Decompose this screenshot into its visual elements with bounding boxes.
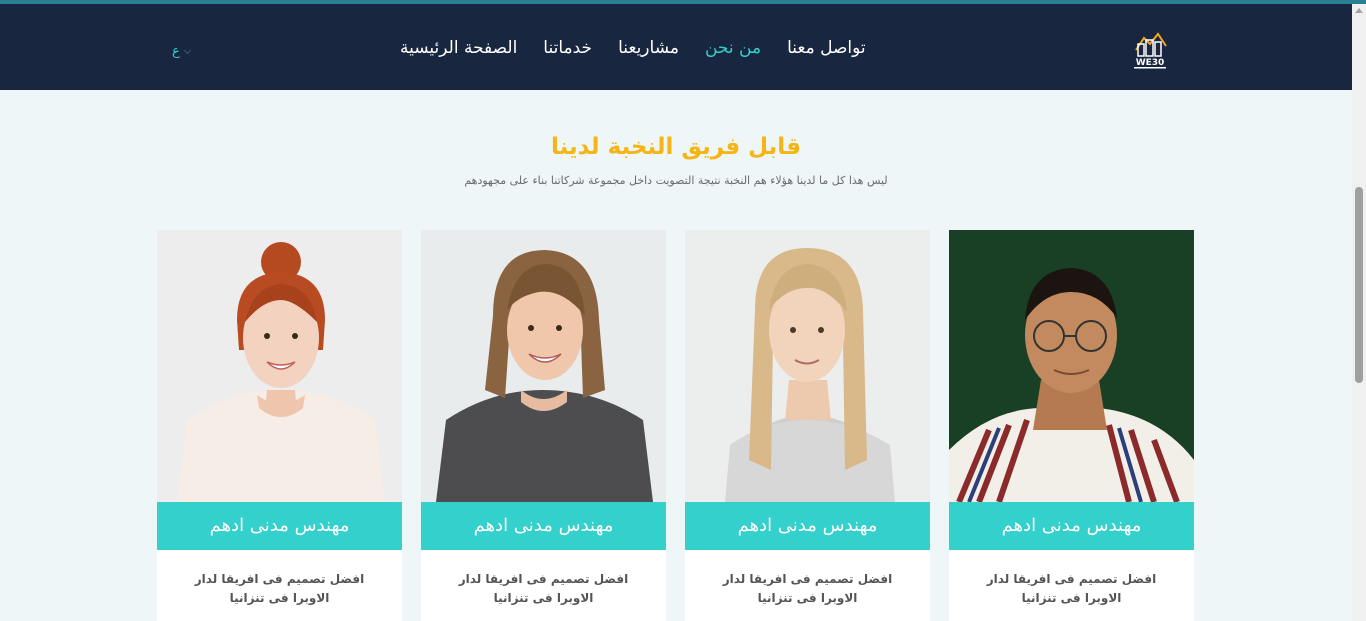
nav-link-contact[interactable]: تواصل معنا <box>787 34 866 64</box>
team-card: مهندس مدنى ادهم افضل تصميم فى افريقا لدا… <box>157 230 402 621</box>
scroll-up-arrow-icon[interactable] <box>1355 8 1363 13</box>
brunette-woman-photo <box>421 230 666 502</box>
team-card: مهندس مدنى ادهم افضل تصميم فى افريقا لدا… <box>685 230 930 621</box>
team-card: مهندس مدنى ادهم افضل تصميم فى افريقا لدا… <box>421 230 666 621</box>
section-title: قابل فريق النخبة لدينا <box>550 134 802 160</box>
member-description: افضل تصميم فى افريقا لدار الاوبرا فى تنز… <box>722 572 893 605</box>
svg-text:WE30: WE30 <box>1136 58 1165 68</box>
team-card: مهندس مدنى ادهم افضل تصميم فى افريقا لدا… <box>949 230 1194 621</box>
nav-link-services[interactable]: خدماتنا <box>543 34 592 64</box>
member-name: مهندس مدنى ادهم <box>421 502 666 550</box>
nav-link-home[interactable]: الصفحة الرئيسية <box>400 34 517 64</box>
member-name: مهندس مدنى ادهم <box>157 502 402 550</box>
member-description: افضل تصميم فى افريقا لدار الاوبرا فى تنز… <box>986 572 1157 605</box>
language-label: ع <box>172 44 180 59</box>
navbar: WE30 الصفحة الرئيسية خدماتنا مشاريعنا من… <box>0 4 1352 90</box>
nav-link-about[interactable]: من نحن <box>705 34 761 64</box>
scrollbar[interactable] <box>1352 4 1366 621</box>
member-description: افضل تصميم فى افريقا لدار الاوبرا فى تنز… <box>194 572 365 605</box>
nav-link-projects[interactable]: مشاريعنا <box>618 34 679 64</box>
section-subtitle: ليس هذا كل ما لدينا هؤلاء هم النخبة نتيج… <box>464 174 888 187</box>
language-selector[interactable]: ع <box>172 44 191 59</box>
man-with-glasses-photo <box>949 230 1194 502</box>
scroll-thumb[interactable] <box>1355 187 1363 383</box>
member-name: مهندس مدنى ادهم <box>685 502 930 550</box>
chevron-down-icon <box>183 46 191 54</box>
blonde-woman-photo <box>685 230 930 502</box>
member-name: مهندس مدنى ادهم <box>949 502 1194 550</box>
company-logo[interactable]: WE30 <box>1128 28 1172 70</box>
member-description: افضل تصميم فى افريقا لدار الاوبرا فى تنز… <box>458 572 629 605</box>
main-navigation: الصفحة الرئيسية خدماتنا مشاريعنا من نحن … <box>400 34 920 64</box>
redhead-woman-photo <box>157 230 402 502</box>
